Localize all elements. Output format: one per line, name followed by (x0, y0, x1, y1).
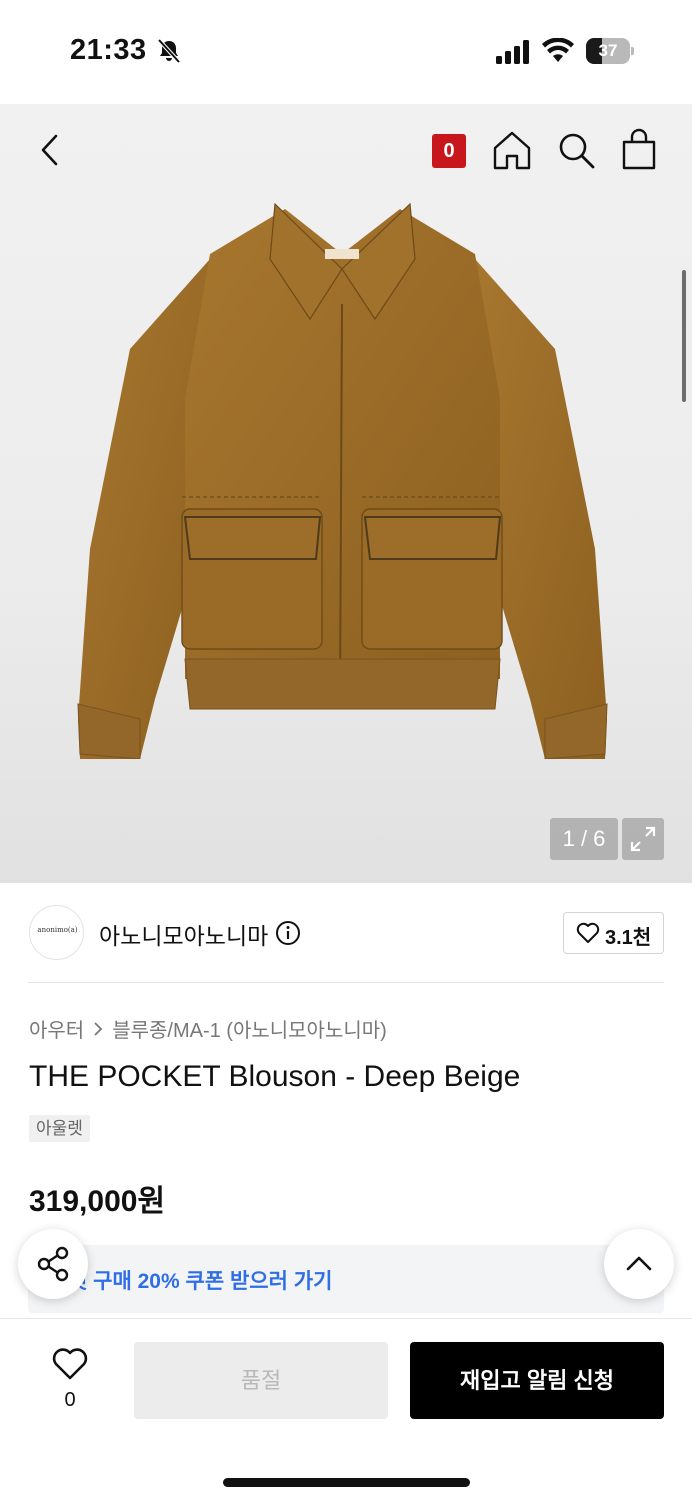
battery-icon: 37 (586, 38, 634, 64)
cart-count-badge[interactable]: 0 (432, 134, 466, 168)
image-page-indicator: 1 / 6 (550, 818, 618, 860)
breadcrumb: 아우터 블루종/MA-1 (아노니모아노니마) (29, 1014, 387, 1043)
scroll-to-top-button[interactable] (604, 1229, 674, 1299)
wish-count: 0 (64, 1389, 76, 1411)
outlet-tag: 아울렛 (29, 1115, 90, 1142)
product-image-gallery[interactable]: 0 1 / 6 (0, 104, 692, 883)
search-icon[interactable] (556, 130, 596, 170)
scrollbar-thumb[interactable] (682, 270, 686, 402)
jacket-image (77, 202, 608, 759)
restock-alert-button[interactable]: 재입고 알림 신청 (410, 1342, 664, 1419)
brand-logo[interactable]: anonimo(a) (29, 905, 84, 960)
brand-logo-text: anonimo(a) (37, 926, 78, 934)
cellular-signal-icon (496, 40, 529, 64)
share-button[interactable] (18, 1229, 88, 1299)
product-title: THE POCKET Blouson - Deep Beige (29, 1060, 521, 1093)
battery-tip (631, 47, 634, 55)
chevron-right-icon (94, 1021, 103, 1036)
battery-body: 37 (586, 38, 630, 64)
back-chevron-icon[interactable] (30, 130, 70, 170)
bell-muted-icon (157, 38, 181, 64)
chevron-up-icon (626, 1256, 652, 1271)
product-price: 319,000원 (29, 1185, 166, 1218)
wifi-icon (542, 38, 574, 62)
coupon-banner[interactable]: 첫 구매 20% 쿠폰 받으러 가기 (28, 1245, 664, 1313)
expand-image-button[interactable] (622, 818, 664, 860)
brand-like-button[interactable]: 3.1천 (563, 912, 664, 954)
bottom-action-bar: 0 품절 재입고 알림 신청 (0, 1318, 692, 1500)
coupon-text: 첫 구매 20% 쿠폰 받으러 가기 (68, 1270, 333, 1293)
share-icon (37, 1246, 69, 1282)
heart-icon (576, 922, 600, 943)
breadcrumb-item-category[interactable]: 아우터 (29, 1014, 84, 1043)
expand-icon (630, 826, 656, 852)
soldout-button[interactable]: 품절 (134, 1342, 388, 1419)
brand-name[interactable]: 아노니모아노니마 (99, 917, 268, 951)
breadcrumb-item-subcategory[interactable]: 블루종/MA-1 (아노니모아노니마) (112, 1014, 387, 1043)
brand-like-count: 3.1천 (605, 927, 652, 949)
info-icon[interactable] (275, 920, 301, 946)
shopping-bag-icon[interactable] (619, 128, 659, 170)
heart-icon[interactable] (51, 1347, 89, 1381)
divider (28, 982, 664, 983)
home-indicator[interactable] (223, 1478, 470, 1487)
home-icon[interactable] (492, 130, 532, 170)
status-bar: 21:33 37 (0, 0, 692, 104)
status-time: 21:33 (70, 34, 147, 66)
battery-level: 37 (598, 41, 618, 60)
